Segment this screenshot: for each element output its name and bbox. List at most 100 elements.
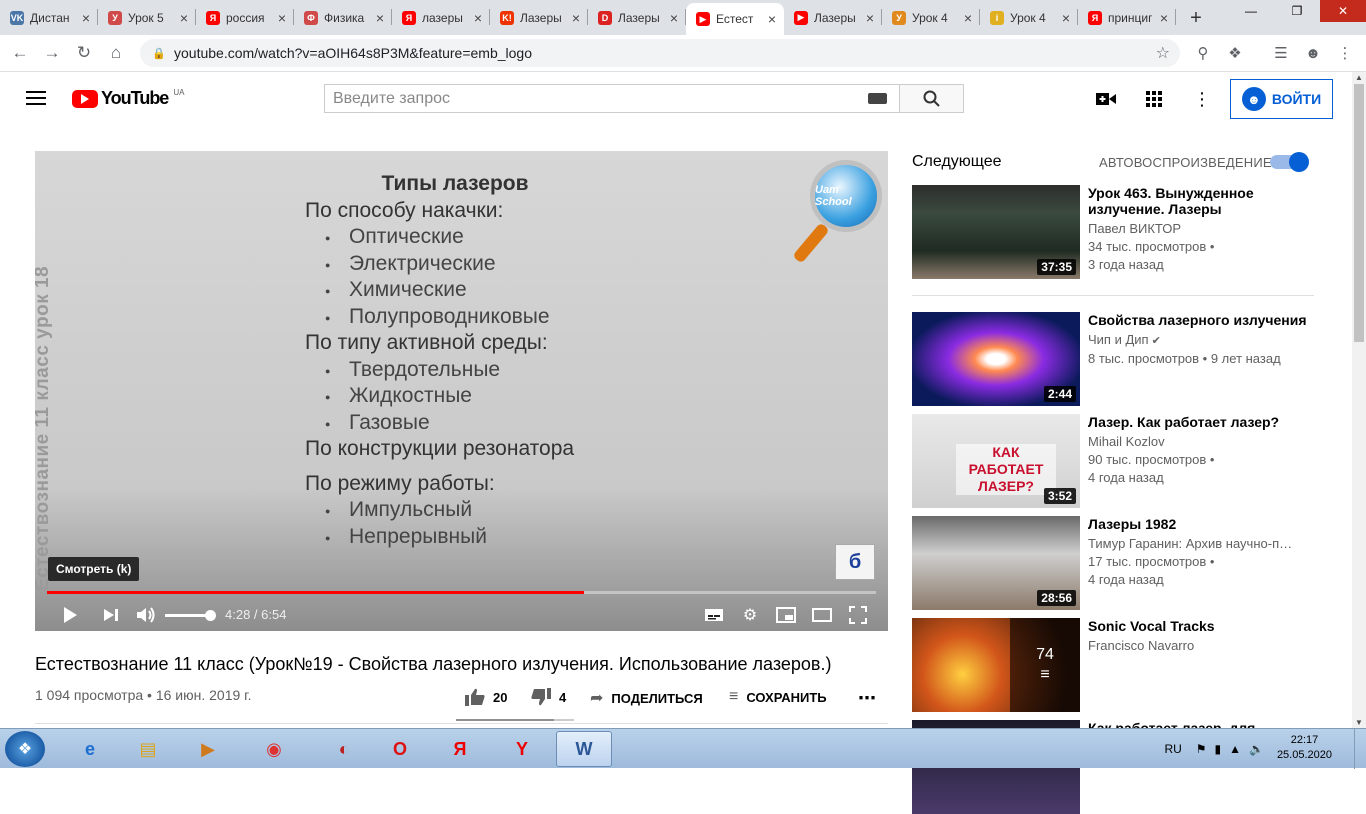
start-button[interactable]: ❖ [5, 731, 45, 767]
channel-watermark[interactable]: б [835, 544, 875, 580]
related-video-title[interactable]: Свойства лазерного излучения [1088, 312, 1314, 328]
related-video-title[interactable]: Лазер. Как работает лазер? [1088, 414, 1314, 430]
video-thumbnail[interactable]: 2:44 [912, 312, 1080, 406]
youtube-logo[interactable]: YouTube UA [72, 88, 184, 109]
word-icon[interactable]: W [556, 731, 612, 767]
progress-bar[interactable] [47, 591, 876, 594]
close-tab-icon[interactable]: × [1158, 10, 1170, 26]
minimize-button[interactable]: — [1228, 0, 1274, 22]
close-tab-icon[interactable]: × [766, 11, 778, 27]
share-button[interactable]: ➦ ПОДЕЛИТЬСЯ [590, 688, 703, 708]
compass-extension-icon[interactable]: ❖ [1220, 38, 1250, 68]
search-input[interactable]: Введите запрос [324, 84, 900, 113]
browser-tab[interactable]: Ялазеры × [392, 0, 490, 35]
autoplay-toggle[interactable] [1270, 152, 1309, 172]
close-tab-icon[interactable]: × [1060, 10, 1072, 26]
browser-tab[interactable]: K! Лазеры × [490, 0, 588, 35]
related-video-title[interactable]: Урок 463. Вынужденное излучение. Лазеры [1088, 185, 1314, 217]
close-tab-icon[interactable]: × [178, 10, 190, 26]
close-tab-icon[interactable]: × [864, 10, 876, 26]
browser-tab[interactable]: ▶ Естест × [686, 3, 784, 35]
like-button[interactable]: 20 [465, 688, 507, 706]
create-video-icon[interactable] [1094, 87, 1118, 111]
restore-button[interactable]: ❐ [1274, 0, 1320, 22]
browser-tab[interactable]: Яроссия × [196, 0, 294, 35]
channel-name[interactable]: Чип и Дип ✔ [1088, 331, 1314, 350]
scroll-down-icon[interactable]: ▼ [1355, 718, 1363, 727]
network-icon[interactable]: ▲ [1229, 742, 1241, 756]
bookmark-star-icon[interactable]: ☆ [1156, 43, 1170, 63]
reload-icon[interactable]: ↻ [68, 37, 100, 69]
theater-mode-icon[interactable] [810, 603, 834, 627]
show-desktop-button[interactable] [1354, 729, 1366, 769]
video-thumbnail[interactable]: КАК РАБОТАЕТ ЛАЗЕР? 3:52 [912, 414, 1080, 508]
clock[interactable]: 22:17 25.05.2020 [1277, 733, 1332, 763]
forward-icon[interactable]: → [36, 37, 68, 69]
related-video-card[interactable]: 74 ≡ Sonic Vocal Tracks Francisco Navarro [912, 618, 1314, 712]
scroll-up-icon[interactable]: ▲ [1355, 73, 1363, 82]
settings-gear-icon[interactable]: ⚙ [738, 603, 762, 627]
close-tab-icon[interactable]: × [374, 10, 386, 26]
close-tab-icon[interactable]: × [668, 10, 680, 26]
close-tab-icon[interactable]: × [472, 10, 484, 26]
close-window-button[interactable]: ✕ [1320, 0, 1366, 22]
opera-icon[interactable]: O [372, 731, 428, 767]
yandex-browser-icon[interactable]: Y [494, 731, 550, 767]
speaker-icon[interactable]: 🔈 [1249, 742, 1264, 756]
scrollbar-thumb[interactable] [1354, 84, 1364, 342]
back-icon[interactable]: ← [4, 37, 36, 69]
volume-icon[interactable] [134, 603, 158, 627]
apps-grid-icon[interactable] [1142, 87, 1166, 111]
browser-tab[interactable]: D Лазеры × [588, 0, 686, 35]
save-button[interactable]: ≡ СОХРАНИТЬ [729, 688, 827, 706]
next-icon[interactable] [99, 603, 123, 627]
keyboard-icon[interactable] [868, 93, 887, 104]
related-video-card[interactable]: КАК РАБОТАЕТ ЛАЗЕР? 3:52 Лазер. Как работа… [912, 414, 1314, 508]
ie-icon[interactable]: e [62, 731, 118, 767]
close-tab-icon[interactable]: × [276, 10, 288, 26]
fullscreen-icon[interactable] [846, 603, 870, 627]
related-video-card[interactable]: 37:35 Урок 463. Вынужденное излучение. Ла… [912, 185, 1314, 279]
browser-menu-icon[interactable]: ⋮ [1330, 38, 1360, 68]
video-thumbnail[interactable]: 74 ≡ [912, 618, 1080, 712]
related-video-card[interactable]: 2:44 Свойства лазерного излучения Чип и Ди… [912, 312, 1314, 406]
channel-name[interactable]: Francisco Navarro [1088, 637, 1314, 655]
browser-tab[interactable]: VK Дистан × [0, 0, 98, 35]
language-indicator[interactable]: RU [1164, 742, 1181, 756]
chrome-icon[interactable]: ◉ [246, 731, 302, 767]
profile-avatar[interactable]: ☻ [1298, 38, 1328, 68]
reading-list-icon[interactable]: ☰ [1266, 38, 1296, 68]
more-actions-icon[interactable]: ⋯ [858, 688, 876, 709]
flag-icon[interactable]: ⚑ [1196, 742, 1207, 756]
browser-tab[interactable]: ▶ Лазеры × [784, 0, 882, 35]
related-video-title[interactable]: Лазеры 1982 [1088, 516, 1314, 532]
signin-button[interactable]: ☻ ВОЙТИ [1230, 79, 1333, 119]
related-video-title[interactable]: Sonic Vocal Tracks [1088, 618, 1314, 634]
play-icon[interactable] [58, 603, 82, 627]
new-tab-button[interactable]: + [1182, 4, 1210, 32]
lens-extension-icon[interactable]: ⚲ [1188, 38, 1218, 68]
video-thumbnail[interactable]: 28:56 [912, 516, 1080, 610]
browser-tab[interactable]: Ф Физика × [294, 0, 392, 35]
close-tab-icon[interactable]: × [80, 10, 92, 26]
settings-dots-icon[interactable]: ⋮ [1190, 87, 1214, 111]
home-icon[interactable]: ⌂ [100, 37, 132, 69]
yandex-icon[interactable]: Я [432, 731, 488, 767]
miniplayer-icon[interactable] [774, 603, 798, 627]
close-tab-icon[interactable]: × [962, 10, 974, 26]
battery-icon[interactable]: ▮ [1215, 742, 1222, 756]
channel-name[interactable]: Тимур Гаранин: Архив научно-п… [1088, 535, 1314, 553]
media-icon[interactable]: ▶ [180, 731, 236, 767]
volume-slider[interactable] [165, 610, 216, 621]
menu-icon[interactable] [26, 91, 46, 109]
channel-name[interactable]: Павел ВИКТОР [1088, 220, 1314, 238]
related-video-card[interactable]: 28:56 Лазеры 1982 Тимур Гаранин: Архив нау… [912, 516, 1314, 610]
video-thumbnail[interactable]: 37:35 [912, 185, 1080, 279]
browser-tab[interactable]: i Урок 4 × [980, 0, 1078, 35]
close-tab-icon[interactable]: × [570, 10, 582, 26]
url-field[interactable]: 🔒 youtube.com/watch?v=aOIH64s8P3M&featur… [140, 39, 1180, 67]
browser-tab[interactable]: У Урок 5 × [98, 0, 196, 35]
video-player[interactable]: Естествознание 11 класс урок 18 Типы лаз… [35, 151, 888, 631]
search-button[interactable] [899, 84, 964, 113]
subtitles-icon[interactable] [702, 603, 726, 627]
